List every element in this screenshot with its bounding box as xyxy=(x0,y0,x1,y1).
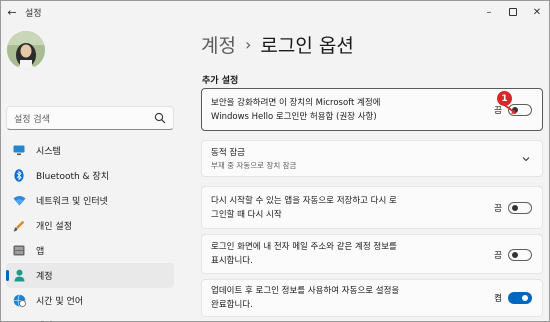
setting-line-2: Windows Hello 로그인만 허용함 (권장 사항) xyxy=(211,112,377,122)
title-bar: ← 설정 – ✕ xyxy=(1,1,549,23)
bluetooth-icon xyxy=(12,169,26,183)
sidebar-item-label: 네트워크 및 인터넷 xyxy=(36,197,108,207)
sidebar-item-label: 시간 및 언어 xyxy=(36,297,84,307)
setting-line-1: 로그인 화면에 내 전자 메일 주소와 같은 계정 정보를 xyxy=(211,242,397,252)
section-title: 추가 설정 xyxy=(202,76,239,86)
sidebar: 설정 검색 시스템 Bluetooth & 장치 네트워크 및 인터넷 개인 설… xyxy=(1,23,181,322)
maximize-button[interactable] xyxy=(501,1,525,23)
setting-line-1: 업데이트 후 로그인 정보를 사용하여 자동으로 설정을 xyxy=(211,286,400,296)
setting-description: 로그인 화면에 내 전자 메일 주소와 같은 계정 정보를 표시합니다. xyxy=(211,240,397,268)
setting-subtitle: 부재 중 자동으로 장치 잠금 xyxy=(211,161,297,170)
breadcrumb: 계정 › 로그인 옵션 xyxy=(201,31,354,58)
chevron-down-icon xyxy=(522,157,530,162)
sidebar-item-personalization[interactable]: 개인 설정 xyxy=(6,213,174,238)
setting-description: 다시 시작할 수 있는 앱을 자동으로 저장하고 다시 로 그인할 때 다시 시… xyxy=(211,194,397,222)
setting-line-2: 그인할 때 다시 시작 xyxy=(211,210,282,220)
show-account-details-toggle[interactable] xyxy=(508,249,532,261)
sidebar-item-label: 개인 설정 xyxy=(36,222,72,232)
restart-apps-toggle[interactable] xyxy=(508,202,532,214)
setting-windows-hello-only: 보안을 강화하려면 이 장치의 Microsoft 계정에 Windows He… xyxy=(201,88,543,131)
window-controls: – ✕ xyxy=(477,1,549,23)
auto-finish-setup-toggle[interactable] xyxy=(508,292,532,304)
close-button[interactable]: ✕ xyxy=(525,1,549,23)
toggle-knob xyxy=(512,205,518,211)
monitor-icon xyxy=(12,144,26,158)
sidebar-item-label: 계정 xyxy=(36,272,53,282)
search-placeholder: 설정 검색 xyxy=(14,114,50,125)
person-icon xyxy=(12,269,26,283)
sidebar-item-system[interactable]: 시스템 xyxy=(6,138,174,163)
maximize-icon xyxy=(509,8,517,16)
search-input[interactable]: 설정 검색 xyxy=(6,106,174,130)
back-button[interactable]: ← xyxy=(1,1,23,23)
breadcrumb-parent[interactable]: 계정 xyxy=(201,31,236,58)
setting-auto-finish-setup: 업데이트 후 로그인 정보를 사용하여 자동으로 설정을 완료합니다. 켬 xyxy=(201,279,543,317)
globe-clock-icon xyxy=(12,294,26,308)
app-title: 설정 xyxy=(25,8,42,19)
apps-icon xyxy=(12,244,26,258)
toggle-state-label: 끔 xyxy=(494,251,502,261)
sidebar-item-accounts[interactable]: 계정 xyxy=(6,263,174,288)
avatar[interactable] xyxy=(7,31,45,69)
game-controller-icon xyxy=(12,319,26,322)
callout-arrow-icon xyxy=(502,103,516,114)
sidebar-nav: 시스템 Bluetooth & 장치 네트워크 및 인터넷 개인 설정 앱 계정… xyxy=(6,138,174,322)
setting-line-2: 완료합니다. xyxy=(211,300,253,310)
sidebar-item-gaming[interactable]: 게임 xyxy=(6,313,174,322)
toggle-knob xyxy=(522,295,528,301)
setting-dynamic-lock[interactable]: 동적 잠금 부재 중 자동으로 장치 잠금 xyxy=(201,140,543,177)
sidebar-item-label: Bluetooth & 장치 xyxy=(36,172,109,182)
search-icon xyxy=(154,112,166,124)
wifi-icon xyxy=(12,194,26,208)
setting-title: 동적 잠금 xyxy=(211,148,245,158)
settings-window: ← 설정 – ✕ 설정 검색 시스템 Bluetooth & 장치 네트워크 및… xyxy=(0,0,550,322)
sidebar-item-network[interactable]: 네트워크 및 인터넷 xyxy=(6,188,174,213)
setting-show-account-details: 로그인 화면에 내 전자 메일 주소와 같은 계정 정보를 표시합니다. 끔 xyxy=(201,234,543,274)
setting-line-2: 표시합니다. xyxy=(211,256,253,266)
minimize-button[interactable]: – xyxy=(477,1,501,23)
close-icon: ✕ xyxy=(532,6,542,18)
toggle-state-label: 끔 xyxy=(494,204,502,214)
setting-line-1: 보안을 강화하려면 이 장치의 Microsoft 계정에 xyxy=(211,98,381,108)
setting-restart-apps: 다시 시작할 수 있는 앱을 자동으로 저장하고 다시 로 그인할 때 다시 시… xyxy=(201,186,543,229)
avatar-photo xyxy=(7,31,45,69)
sidebar-item-bluetooth[interactable]: Bluetooth & 장치 xyxy=(6,163,174,188)
sidebar-item-label: 앱 xyxy=(36,247,45,257)
sidebar-item-apps[interactable]: 앱 xyxy=(6,238,174,263)
breadcrumb-separator: › xyxy=(244,35,252,54)
page-title: 로그인 옵션 xyxy=(260,35,354,57)
minimize-icon: – xyxy=(486,6,492,18)
toggle-state-label: 켬 xyxy=(494,294,502,304)
brush-icon xyxy=(12,219,26,233)
setting-description: 보안을 강화하려면 이 장치의 Microsoft 계정에 Windows He… xyxy=(211,96,381,124)
toggle-knob xyxy=(512,252,518,258)
sidebar-item-time-language[interactable]: 시간 및 언어 xyxy=(6,288,174,313)
setting-line-1: 다시 시작할 수 있는 앱을 자동으로 저장하고 다시 로 xyxy=(211,196,397,206)
setting-description: 동적 잠금 부재 중 자동으로 장치 잠금 xyxy=(211,146,296,171)
setting-description: 업데이트 후 로그인 정보를 사용하여 자동으로 설정을 완료합니다. xyxy=(211,284,399,312)
sidebar-item-label: 시스템 xyxy=(36,147,61,157)
back-arrow-icon: ← xyxy=(7,5,17,19)
